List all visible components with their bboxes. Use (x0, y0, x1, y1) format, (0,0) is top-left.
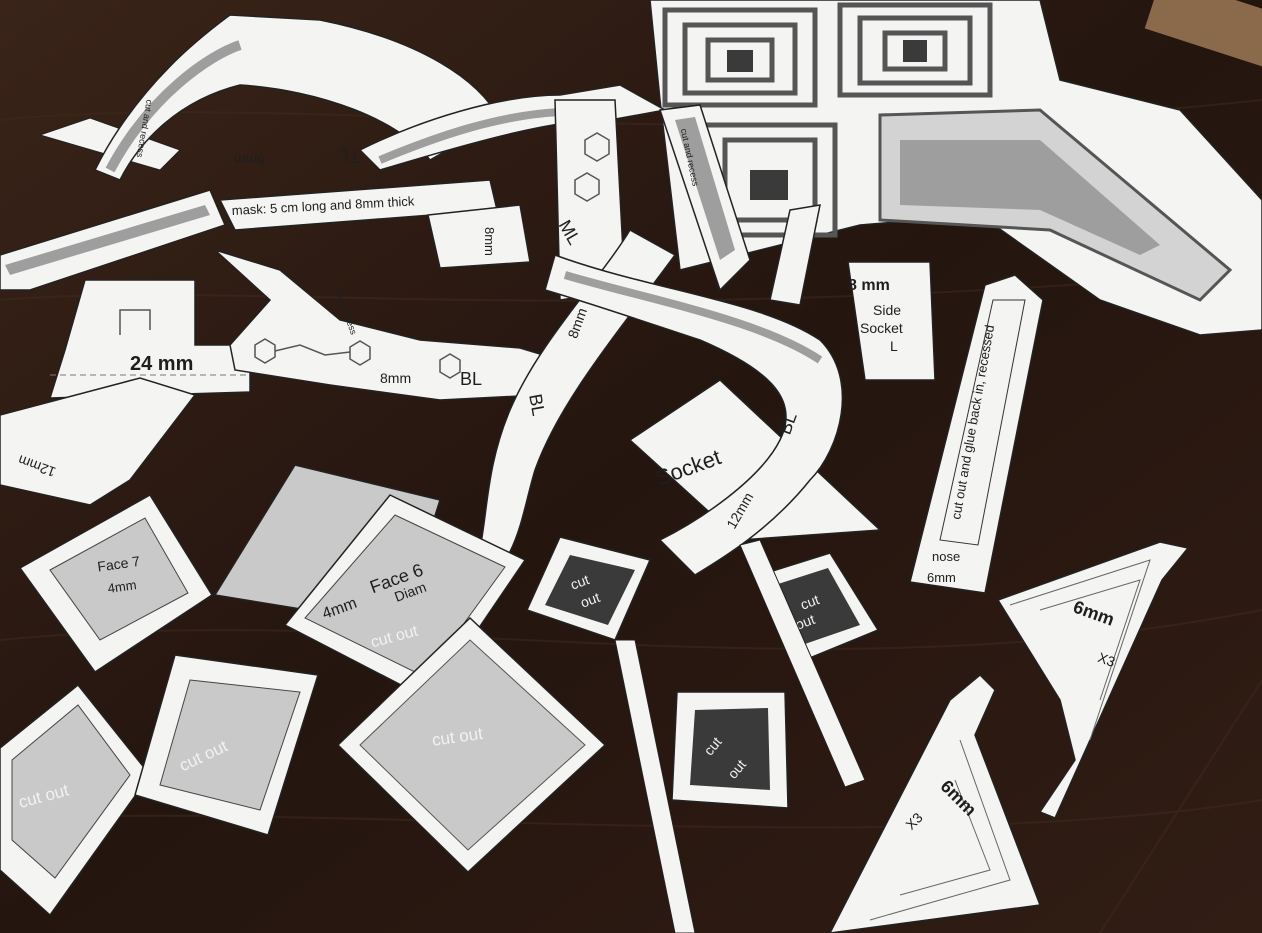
paper-cutouts-scene: TL 8mm cut and recess mask: 5 cm long an… (0, 0, 1262, 933)
side-l-label: L (890, 338, 898, 354)
side-mm-label: 8 mm (848, 277, 890, 294)
mm24-label: 24 mm (130, 353, 193, 375)
dark-cutout-piece-3: cut out (671, 691, 789, 809)
nose-mm-label: 6mm (927, 570, 956, 585)
nose-label: nose (932, 549, 960, 564)
side-title-label: Side (873, 302, 901, 318)
mm8-tab-piece: 8mm (427, 204, 531, 269)
bl-mm-label: 8mm (380, 370, 411, 386)
mm8-tab-label: 8mm (482, 227, 497, 256)
tl-mm-label: 8mm (234, 152, 265, 168)
bl-label: BL (460, 369, 482, 389)
bl2-label: BL (525, 392, 549, 417)
side-socket-label: Socket (860, 320, 903, 336)
tl-label: TL (339, 146, 360, 166)
